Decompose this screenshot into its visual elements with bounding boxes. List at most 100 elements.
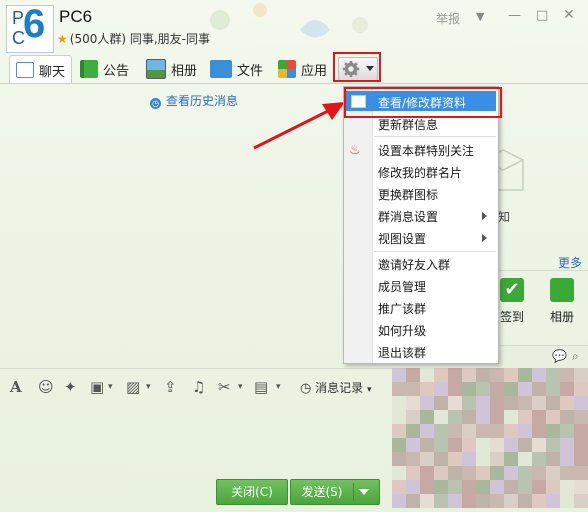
member-blur-cell — [420, 396, 434, 410]
special-follow-icon: ♨ — [349, 143, 361, 158]
music-icon[interactable]: ♫ — [192, 378, 205, 396]
scissors-icon[interactable]: ✂ — [218, 378, 231, 396]
member-blur-cell — [490, 494, 504, 508]
member-blur-cell — [518, 410, 532, 424]
member-blur-cell — [448, 410, 462, 424]
maximize-icon[interactable]: □ — [536, 8, 548, 23]
member-blur-cell — [574, 424, 588, 438]
tab-files[interactable]: 文件 — [210, 56, 263, 82]
member-blur-cell — [532, 452, 546, 466]
member-blur-cell — [546, 452, 560, 466]
logo-number: 6 — [23, 2, 46, 46]
tab-album[interactable]: 相册 — [146, 56, 197, 82]
minimize-icon[interactable]: — — [508, 8, 521, 23]
menu-item-how-to-upgrade[interactable]: 如何升级 — [378, 322, 426, 339]
emoji-icon[interactable]: ☺ — [38, 378, 54, 396]
group-meta-text: (500人群) 同事,朋友-同事 — [69, 32, 210, 46]
member-blur-cell — [574, 466, 588, 480]
member-blur-cell — [546, 466, 560, 480]
member-blur-cell — [504, 424, 518, 438]
search-icon[interactable]: ⌕ — [572, 349, 579, 364]
message-input[interactable] — [0, 400, 392, 476]
dropdown-icon[interactable]: ▼ — [476, 10, 484, 23]
image-icon[interactable]: ▨ — [126, 378, 140, 396]
message-record-button[interactable]: ◷ 消息记录 ▾ — [300, 379, 372, 396]
font-icon[interactable]: A — [10, 378, 22, 396]
chevron-down-icon[interactable]: ▾ — [108, 382, 113, 392]
member-blur-cell — [476, 466, 490, 480]
submenu-arrow-icon — [482, 212, 487, 220]
more-link[interactable]: 更多 — [558, 254, 582, 271]
app-album[interactable]: 相册 — [540, 278, 584, 325]
report-link[interactable]: 举报 — [436, 10, 460, 27]
member-blur-cell — [574, 382, 588, 396]
chevron-down-icon[interactable]: ▾ — [238, 382, 243, 392]
member-blur-cell — [420, 452, 434, 466]
member-blur-cell — [532, 438, 546, 452]
menu-item-change-icon[interactable]: 更换群图标 — [378, 186, 438, 203]
member-blur-cell — [392, 396, 406, 410]
magic-wand-icon[interactable]: ✦ — [64, 378, 77, 396]
member-blur-cell — [574, 452, 588, 466]
member-blur-cell — [462, 368, 476, 382]
menu-item-exit-group[interactable]: 退出该群 — [378, 344, 426, 361]
member-blur-cell — [532, 480, 546, 494]
chevron-down-icon[interactable] — [359, 489, 369, 495]
tab-album-label: 相册 — [171, 63, 198, 79]
member-list[interactable] — [392, 368, 588, 512]
star-icon: ★ — [57, 32, 68, 46]
toolbar-divider — [0, 368, 392, 369]
tab-apps[interactable]: 应用 — [278, 56, 327, 82]
menu-item-edit-card[interactable]: 修改我的群名片 — [378, 164, 462, 181]
member-blur-cell — [462, 452, 476, 466]
menu-item-view-settings[interactable]: 视图设置 — [378, 230, 426, 247]
tab-announcement[interactable]: 公告 — [80, 56, 129, 82]
upload-icon[interactable]: ⇪ — [164, 378, 177, 396]
member-blur-cell — [392, 480, 406, 494]
member-blur-cell — [448, 452, 462, 466]
tab-chat[interactable]: 聊天 — [9, 55, 73, 84]
member-blur-cell — [504, 368, 518, 382]
menu-item-invite-friends[interactable]: 邀请好友入群 — [378, 256, 450, 273]
menu-item-special-follow[interactable]: 设置本群特别关注 — [378, 142, 474, 159]
member-blur-cell — [560, 480, 574, 494]
chevron-down-icon: ▾ — [367, 385, 372, 395]
close-icon[interactable]: ✕ — [563, 7, 575, 23]
chevron-down-icon[interactable]: ▾ — [146, 382, 151, 392]
view-history-link[interactable]: ◷ 查看历史消息 — [150, 92, 238, 109]
chevron-down-icon[interactable]: ▾ — [276, 382, 281, 392]
member-blur-cell — [448, 494, 462, 508]
member-blur-cell — [546, 438, 560, 452]
close-button[interactable]: 关闭(C) — [216, 479, 288, 505]
screenshot-icon[interactable]: ▤ — [254, 378, 268, 396]
member-blur-cell — [392, 494, 406, 508]
menu-item-update-info[interactable]: 更新群信息 — [378, 116, 438, 133]
member-blur-cell — [420, 424, 434, 438]
clock-icon: ◷ — [150, 98, 161, 109]
member-blur-cell — [546, 424, 560, 438]
send-button[interactable]: 发送(S) — [290, 479, 380, 505]
group-avatar[interactable]: P C 6 — [6, 2, 54, 53]
member-blur-cell — [434, 410, 448, 424]
member-blur-cell — [574, 480, 588, 494]
member-blur-cell — [560, 438, 574, 452]
member-blur-cell — [476, 480, 490, 494]
member-blur-cell — [518, 424, 532, 438]
member-blur-cell — [434, 466, 448, 480]
chat-bubble-icon[interactable]: 💬 — [552, 349, 567, 363]
apps-icon — [278, 60, 296, 78]
member-blur-cell — [518, 438, 532, 452]
member-blur-cell — [448, 368, 462, 382]
member-blur-cell — [574, 396, 588, 410]
group-title: PC6 — [59, 7, 93, 26]
member-blur-cell — [532, 466, 546, 480]
menu-item-promote-group[interactable]: 推广该群 — [378, 300, 426, 317]
menu-item-member-management[interactable]: 成员管理 — [378, 278, 426, 295]
gift-icon[interactable]: ▣ — [90, 378, 104, 396]
member-blur-cell — [504, 382, 518, 396]
member-blur-cell — [490, 396, 504, 410]
member-blur-cell — [406, 424, 420, 438]
menu-item-message-settings[interactable]: 群消息设置 — [378, 208, 438, 225]
member-blur-cell — [420, 382, 434, 396]
member-blur-cell — [392, 410, 406, 424]
